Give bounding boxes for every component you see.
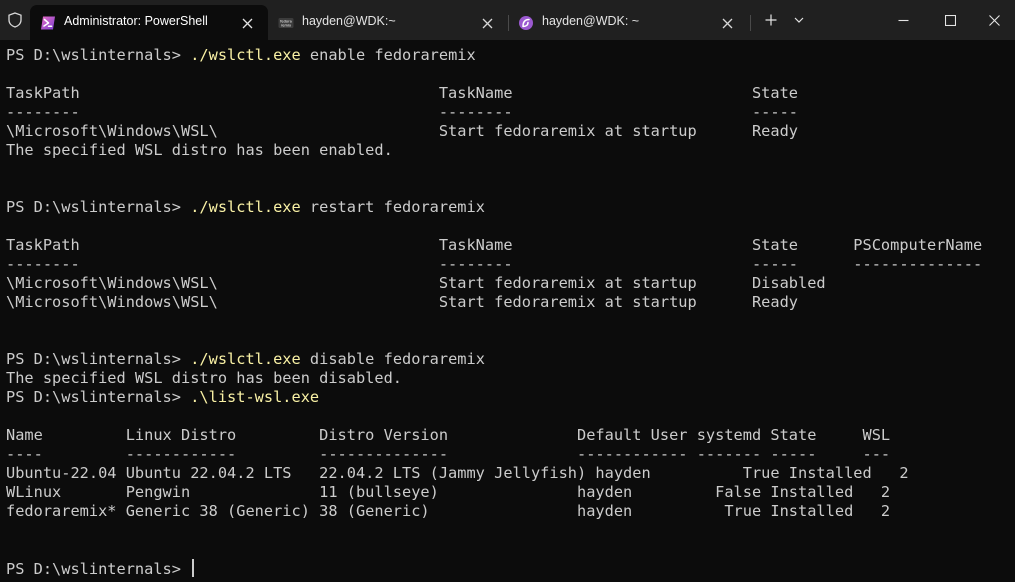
output-line: ---- ------------ -------------- -------… xyxy=(6,445,891,463)
new-tab-button[interactable] xyxy=(758,0,784,40)
tab-close-button[interactable] xyxy=(478,14,496,32)
prompt-text: PS D:\wslinternals> xyxy=(6,388,191,406)
output-line: Name Linux Distro Distro Version Default… xyxy=(6,426,891,444)
command-name: .\list-wsl.exe xyxy=(190,388,320,406)
wsl-distro-icon xyxy=(518,15,534,31)
maximize-button[interactable] xyxy=(927,0,973,40)
prompt-text: PS D:\wslinternals> xyxy=(6,560,191,578)
command-name: ./wslctl.exe xyxy=(190,46,301,64)
command-args: disable fedoraremix xyxy=(300,350,485,368)
shield-icon xyxy=(0,0,30,40)
output-line: The specified WSL distro has been enable… xyxy=(6,141,393,159)
close-button[interactable] xyxy=(973,0,1015,40)
powershell-icon xyxy=(40,15,56,31)
output-line: \Microsoft\Windows\WSL\ Start fedoraremi… xyxy=(6,293,799,311)
prompt-line: PS D:\wslinternals> xyxy=(6,559,195,578)
output-line: -------- -------- ----- xyxy=(6,103,799,121)
tab-hayden-fedora[interactable]: fedora remix hayden@WDK:~ xyxy=(268,5,508,40)
output-line: TaskPath TaskName State PSComputerName xyxy=(6,236,983,254)
fedora-remix-icon: fedora remix xyxy=(278,15,294,31)
prompt-line: PS D:\wslinternals> ./wslctl.exe restart… xyxy=(6,198,485,217)
command-args: restart fedoraremix xyxy=(300,198,485,216)
title-bar: Administrator: PowerShell fedora remix h… xyxy=(0,0,1015,40)
command-args: enable fedoraremix xyxy=(300,46,476,64)
terminal-output[interactable]: PS D:\wslinternals> ./wslctl.exe enable … xyxy=(0,40,1015,582)
output-line: The specified WSL distro has been disabl… xyxy=(6,369,403,387)
tab-close-button[interactable] xyxy=(718,14,736,32)
command-name: ./wslctl.exe xyxy=(190,350,301,368)
output-line: fedoraremix* Generic 38 (Generic) 38 (Ge… xyxy=(6,502,891,520)
minimize-button[interactable] xyxy=(880,0,926,40)
output-line: \Microsoft\Windows\WSL\ Start fedoraremi… xyxy=(6,274,826,292)
tab-close-button[interactable] xyxy=(238,14,256,32)
tab-hayden-wsl[interactable]: hayden@WDK: ~ xyxy=(508,5,748,40)
tab-separator xyxy=(750,15,751,31)
output-line: -------- -------- ----- -------------- xyxy=(6,255,983,273)
tab-title: hayden@WDK: ~ xyxy=(542,14,640,28)
output-line: \Microsoft\Windows\WSL\ Start fedoraremi… xyxy=(6,122,799,140)
prompt-text: PS D:\wslinternals> xyxy=(6,46,191,64)
tab-powershell[interactable]: Administrator: PowerShell xyxy=(30,5,268,40)
tab-title: Administrator: PowerShell xyxy=(64,14,208,28)
text-cursor xyxy=(192,559,195,577)
prompt-line: PS D:\wslinternals> ./wslctl.exe enable … xyxy=(6,46,476,65)
svg-text:remix: remix xyxy=(281,23,292,27)
output-line: Ubuntu-22.04 Ubuntu 22.04.2 LTS 22.04.2 … xyxy=(6,464,909,482)
prompt-text: PS D:\wslinternals> xyxy=(6,350,191,368)
command-name: ./wslctl.exe xyxy=(190,198,301,216)
prompt-line: PS D:\wslinternals> .\list-wsl.exe xyxy=(6,388,319,407)
output-line: TaskPath TaskName State xyxy=(6,84,799,102)
tab-dropdown-button[interactable] xyxy=(788,0,810,40)
prompt-line: PS D:\wslinternals> ./wslctl.exe disable… xyxy=(6,350,485,369)
prompt-text: PS D:\wslinternals> xyxy=(6,198,191,216)
output-line: WLinux Pengwin 11 (bullseye) hayden Fals… xyxy=(6,483,891,501)
tab-title: hayden@WDK:~ xyxy=(302,14,396,28)
